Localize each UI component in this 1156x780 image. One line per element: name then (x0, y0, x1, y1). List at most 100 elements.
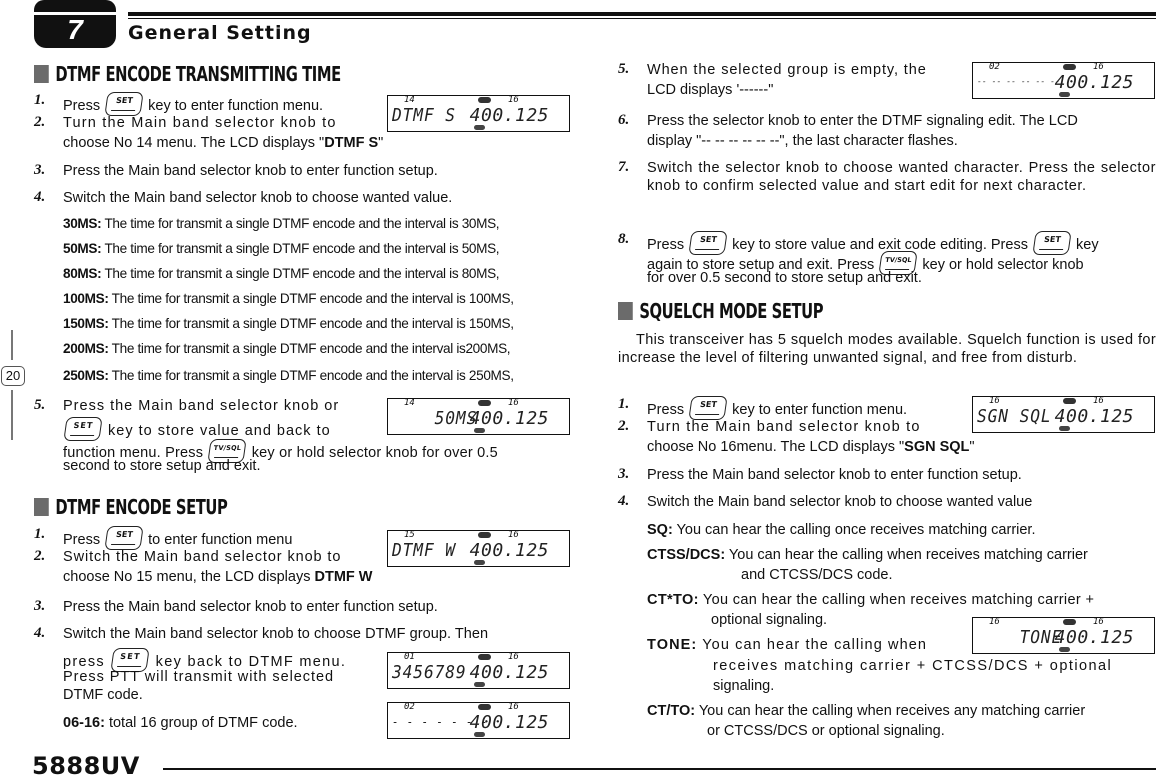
step-number: 2. (618, 418, 630, 434)
lcd-indicator-icon (1059, 92, 1070, 97)
set-key-icon: SET (63, 417, 103, 441)
footer-rule (163, 768, 1156, 770)
step-number: 3. (34, 598, 46, 614)
lcd-menu-number: 01 (404, 652, 415, 662)
lcd-frequency: 400.125 (469, 662, 549, 683)
bold-term: CTSS/DCS: (647, 547, 726, 563)
lcd-menu-number: 15 (404, 530, 415, 540)
text-fragment: The time for transmit a single DTMF enco… (108, 341, 511, 356)
lcd-channel-number: 16 (1093, 396, 1104, 406)
step-2: Turn the Main band selector knob to (647, 419, 921, 435)
section-title: SQUELCH MODE SETUP (639, 299, 824, 323)
lcd-menu-number: 16 (989, 396, 1000, 406)
lcd-text: DTMF S (392, 105, 456, 126)
step-number: 4. (618, 493, 630, 509)
step-number: 4. (34, 625, 46, 641)
text-fragment: The time for transmit a single DTMF enco… (101, 216, 500, 231)
lcd-frequency: 400.125 (1054, 72, 1134, 93)
mode-tone-cont2: signaling. (713, 678, 775, 694)
step-number: 2. (34, 548, 46, 564)
text-fragment: key or hold selector knob (922, 257, 1084, 273)
section-heading-squelch-mode: SQUELCH MODE SETUP (618, 299, 824, 323)
lcd-indicator-icon (474, 125, 485, 130)
header-rule-thin (128, 18, 1156, 19)
option-100ms: 100MS: The time for transmit a single DT… (63, 291, 514, 306)
lcd-channel-number: 16 (508, 95, 519, 105)
step-5-cont: LCD displays '------" (647, 82, 774, 98)
lcd-menu-number: 14 (404, 398, 415, 408)
text-fragment: " (969, 439, 975, 455)
step-number: 2. (34, 114, 46, 130)
lcd-channel-number: 16 (1093, 617, 1104, 627)
bold-term: CT/TO: (647, 703, 696, 719)
lcd-frequency: 400.125 (469, 712, 549, 733)
lcd-indicator-icon (474, 732, 485, 737)
lcd-channel-number: 16 (508, 530, 519, 540)
mode-ct-to-cont: optional signaling. (711, 612, 828, 628)
lcd-frequency: 400.125 (469, 540, 549, 561)
step-number: 1. (34, 92, 46, 108)
lcd-indicator-icon (1063, 398, 1076, 404)
text-fragment: to enter function menu (148, 532, 293, 548)
bold-term: SGN SQL (904, 439, 970, 455)
chapter-tab: 7 (34, 0, 116, 48)
option-30ms: 30MS: The time for transmit a single DTM… (63, 216, 500, 231)
text-fragment: SET (699, 235, 718, 244)
step-3: Press the Main band selector knob to ent… (63, 163, 438, 179)
text-fragment: SET (73, 421, 94, 430)
step-3: Press the Main band selector knob to ent… (647, 467, 1022, 483)
lcd-channel-number: 16 (508, 652, 519, 662)
option-80ms: 80MS: The time for transmit a single DTM… (63, 266, 500, 281)
lcd-indicator-icon (478, 532, 491, 538)
lcd-frequency: 400.125 (1054, 406, 1134, 427)
bold-term: 250MS: (63, 368, 109, 383)
step-number: 1. (34, 526, 46, 542)
step-4-cont2: Press PTT will transmit with selected (63, 669, 334, 685)
bold-term: 06-16: (63, 715, 105, 731)
lcd-indicator-icon (474, 560, 485, 565)
page-number-line-bottom (11, 390, 13, 440)
mode-tone-cont: receives matching carrier + CTCSS/DCS + … (713, 658, 1113, 674)
lcd-display-dtmf-w: 15 16 DTMF W 400.125 (387, 530, 570, 567)
lcd-menu-number: 16 (989, 617, 1000, 627)
lcd-frequency: 400.125 (469, 105, 549, 126)
text-fragment: The time for transmit a single DTMF enco… (101, 241, 500, 256)
option-200ms: 200MS: The time for transmit a single DT… (63, 341, 511, 356)
lcd-display-dtmf-s: 14 16 DTMF S 400.125 (387, 95, 570, 132)
mode-ctss-dcs-cont: and CTCSS/DCS code. (741, 567, 893, 583)
bold-term: CT*TO: (647, 592, 699, 608)
lcd-indicator-icon (478, 654, 491, 660)
text-fragment: SET (115, 530, 134, 539)
bold-term: 200MS: (63, 341, 109, 356)
lcd-menu-number: 02 (404, 702, 415, 712)
step-1: Press SET key to enter function menu. (63, 92, 323, 116)
step-number: 5. (618, 61, 630, 77)
bold-term: 80MS: (63, 266, 102, 281)
bold-term: 100MS: (63, 291, 109, 306)
option-150ms: 150MS: The time for transmit a single DT… (63, 316, 514, 331)
text-fragment: The time for transmit a single DTMF enco… (108, 368, 514, 383)
lcd-channel-number: 16 (508, 702, 519, 712)
step-number: 3. (34, 162, 46, 178)
text-fragment: SET (699, 400, 718, 409)
lcd-indicator-icon (1063, 619, 1076, 625)
mode-ctss-dcs: CTSS/DCS: You can hear the calling when … (647, 546, 1088, 564)
set-key-icon: SET (104, 526, 144, 550)
lcd-display-sgn-sql: 16 16 SGN SQL 400.125 (972, 396, 1155, 433)
lcd-channel-number: 16 (508, 398, 519, 408)
section-marker-icon (618, 302, 633, 320)
lcd-text: SGN SQL (977, 406, 1052, 427)
lcd-indicator-icon (1063, 64, 1076, 70)
section-marker-icon (34, 65, 49, 83)
step-2: Switch the Main band selector knob to (63, 549, 342, 565)
lcd-text: TONE (977, 627, 1063, 648)
text-fragment: The time for transmit a single DTMF enco… (108, 316, 514, 331)
step-2-cont: choose No 14 menu. The LCD displays "DTM… (63, 134, 383, 152)
bold-term: TONE: (647, 637, 698, 653)
chapter-number: 7 (67, 14, 83, 45)
text-fragment: You can hear the calling when (697, 637, 928, 653)
section-heading-dtmf-encode-setup: DTMF ENCODE SETUP (34, 495, 228, 519)
section-heading-dtmf-encode-time: DTMF ENCODE TRANSMITTING TIME (34, 62, 341, 86)
lcd-indicator-icon (478, 97, 491, 103)
text-fragment: key to store value and back to (108, 423, 331, 439)
